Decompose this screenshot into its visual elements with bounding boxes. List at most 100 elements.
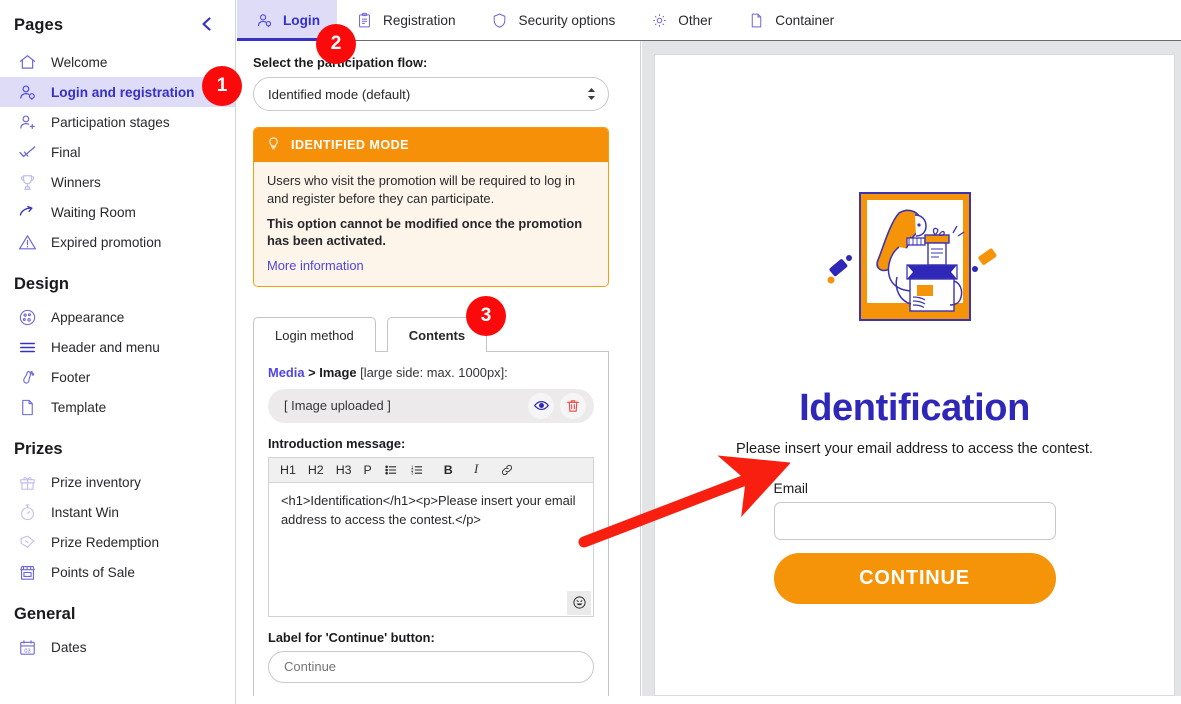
document-icon (746, 10, 766, 30)
content-tab-bar: Login method Contents (253, 316, 624, 352)
rich-text-editor: H1 H2 H3 P 123 B I <h1>Identification</h… (268, 456, 594, 617)
home-icon (16, 51, 38, 73)
clipboard-icon (354, 10, 374, 30)
annotation-badge-2: 2 (316, 24, 356, 64)
sidebar-group-pages: Welcome Login and registration Participa… (0, 47, 235, 257)
more-information-link[interactable]: More information (267, 257, 595, 275)
breadcrumb-note: [large side: max. 1000px]: (360, 364, 508, 380)
participation-flow-select[interactable]: Identified mode (default) (253, 77, 609, 111)
sidebar-group-title-general: General (14, 605, 76, 623)
sidebar-item-expired-promotion[interactable]: Expired promotion (0, 227, 235, 257)
tab-label: Login method (275, 327, 354, 343)
preview-email-input[interactable] (773, 502, 1056, 540)
sidebar-group-prizes: Prize inventory Instant Win Prize Redemp… (0, 467, 235, 587)
calendar-icon: 03 (16, 636, 38, 658)
sidebar-item-header-and-menu[interactable]: Header and menu (0, 332, 235, 362)
sidebar-item-label: Expired promotion (51, 234, 162, 250)
rte-bold-button[interactable]: B (439, 461, 458, 478)
sidebar-item-prize-inventory[interactable]: Prize inventory (0, 467, 235, 497)
sidebar-item-prize-redemption[interactable]: Prize Redemption (0, 527, 235, 557)
identified-mode-callout: IDENTIFIED MODE Users who visit the prom… (253, 127, 609, 287)
link-icon[interactable] (495, 461, 519, 478)
rte-paragraph-button[interactable]: P (359, 461, 377, 478)
gift-icon (16, 471, 38, 493)
sidebar-item-label: Final (51, 144, 81, 160)
rte-content[interactable]: <h1>Identification</h1><p>Please insert … (269, 482, 593, 590)
continue-button-label-input[interactable] (268, 650, 594, 683)
sidebar-header: Pages (0, 0, 235, 47)
breadcrumb-separator: > (308, 364, 316, 380)
sidebar-item-label: Header and menu (51, 339, 160, 355)
preview-subtext: Please insert your email address to acce… (736, 441, 1093, 457)
participation-flow-label: Select the participation flow: (253, 55, 428, 70)
ticket-icon (16, 531, 38, 553)
callout-title: IDENTIFIED MODE (291, 138, 409, 152)
rte-h2-button[interactable]: H2 (303, 461, 329, 478)
breadcrumb-media[interactable]: Media (268, 365, 305, 380)
callout-header: IDENTIFIED MODE (254, 128, 608, 162)
sidebar-item-welcome[interactable]: Welcome (0, 47, 235, 77)
callout-text: Users who visit the promotion will be re… (267, 173, 576, 206)
sidebar-group-general: 03 Dates (0, 632, 235, 662)
tab-registration[interactable]: Registration (337, 0, 473, 40)
eye-icon[interactable] (528, 392, 554, 419)
sidebar-item-points-of-sale[interactable]: Points of Sale (0, 557, 235, 587)
preview-heading: Identification (799, 387, 1030, 429)
trash-icon[interactable] (560, 392, 586, 419)
svg-text:03: 03 (24, 648, 30, 654)
shield-icon (490, 10, 510, 30)
user-key-icon (16, 81, 38, 103)
sidebar-item-winners[interactable]: Winners (0, 167, 235, 197)
tab-label: Other (678, 12, 713, 28)
tab-container[interactable]: Container (729, 0, 851, 40)
image-uploaded-text: [ Image uploaded ] (284, 398, 391, 414)
numbered-list-icon[interactable]: 123 (405, 461, 429, 478)
sidebar-item-login-and-registration[interactable]: Login and registration (0, 77, 235, 107)
annotation-badge-1: 1 (202, 66, 242, 106)
menu-lines-icon (16, 336, 38, 358)
user-add-icon (16, 111, 38, 133)
sidebar-group-design: Appearance Header and menu Footer Templa… (0, 302, 235, 422)
media-breadcrumb: Media > Image [large side: max. 1000px]: (268, 365, 594, 380)
introduction-message-label: Introduction message: (268, 435, 406, 451)
sidebar-item-label: Points of Sale (51, 564, 135, 580)
sidebar-item-label: Template (51, 399, 107, 415)
tab-security-options[interactable]: Security options (473, 0, 633, 40)
sidebar-item-waiting-room[interactable]: Waiting Room (0, 197, 235, 227)
tab-other[interactable]: Other (632, 0, 729, 40)
sidebar-item-label: Login and registration (51, 84, 195, 100)
bullet-list-icon[interactable] (379, 461, 403, 478)
sidebar-item-footer[interactable]: Footer (0, 362, 235, 392)
sidebar: Pages Welcome Login and registration Par… (0, 0, 236, 704)
contents-panel: Media > Image [large side: max. 1000px]:… (253, 350, 609, 696)
preview-form: Email CONTINUE (773, 481, 1056, 604)
rte-h3-button[interactable]: H3 (331, 461, 357, 478)
stopwatch-icon (16, 501, 38, 523)
tab-label: Container (775, 12, 835, 28)
smiley-icon[interactable] (567, 590, 591, 615)
rte-footer (269, 589, 593, 616)
identification-illustration (827, 185, 1002, 370)
chevron-left-icon[interactable] (194, 14, 219, 37)
sidebar-item-instant-win[interactable]: Instant Win (0, 497, 235, 527)
preview-continue-button[interactable]: CONTINUE (773, 553, 1056, 604)
check-badge-icon (16, 141, 38, 163)
trophy-icon (16, 171, 38, 193)
callout-body: Users who visit the promotion will be re… (254, 162, 608, 286)
warning-triangle-icon (16, 231, 38, 253)
sidebar-item-label: Footer (51, 369, 91, 385)
annotation-badge-3: 3 (466, 296, 506, 336)
rte-italic-button[interactable]: I (468, 461, 485, 478)
sidebar-item-appearance[interactable]: Appearance (0, 302, 235, 332)
sidebar-item-template[interactable]: Template (0, 392, 235, 422)
sidebar-group-title-prizes: Prizes (14, 440, 63, 458)
sidebar-item-dates[interactable]: 03 Dates (0, 632, 235, 662)
breadcrumb-image: Image (319, 364, 357, 380)
sidebar-item-final[interactable]: Final (0, 137, 235, 167)
sidebar-item-participation-stages[interactable]: Participation stages (0, 107, 235, 137)
tab-label: Contents (408, 327, 466, 343)
rte-h1-button[interactable]: H1 (275, 461, 301, 478)
tab-login-method[interactable]: Login method (253, 316, 376, 352)
sidebar-item-label: Welcome (51, 54, 108, 70)
participation-flow-value: Identified mode (default) (268, 86, 411, 102)
